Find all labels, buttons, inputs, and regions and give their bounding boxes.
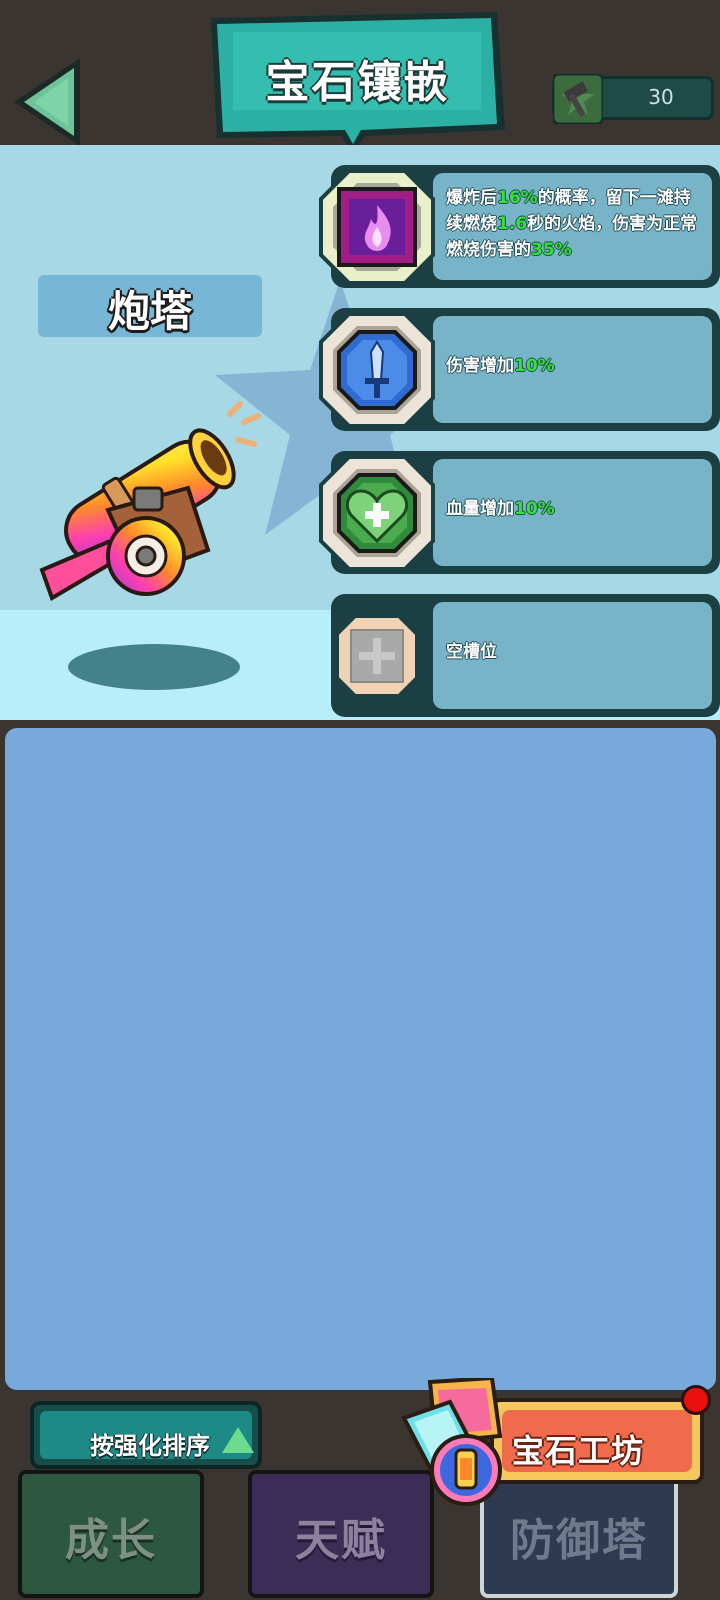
gem-slot-3[interactable]: 血量增加10%	[319, 451, 720, 574]
tower-name: 炮塔	[107, 287, 192, 336]
heart-gem-icon[interactable]	[319, 455, 435, 571]
gem-slot-4[interactable]: 空槽位	[331, 594, 720, 717]
gem-description: 空槽位	[446, 642, 497, 662]
hammer-icon	[553, 74, 603, 124]
tab-label: 成长	[65, 1515, 157, 1566]
triangle-up-icon	[222, 1427, 254, 1453]
gem-description: 血量增加10%	[446, 499, 555, 519]
sort-button-face: 按强化排序	[40, 1411, 254, 1460]
gem-inventory-panel[interactable]	[5, 728, 716, 1390]
sword-gem-icon[interactable]	[319, 312, 435, 428]
sort-button-label: 按强化排序	[90, 1432, 210, 1460]
page-title: 宝石镶嵌	[265, 57, 450, 108]
tab-label: 天赋	[295, 1515, 387, 1566]
empty-slot-icon[interactable]	[319, 598, 435, 714]
gem-slot-1[interactable]: 爆炸后16%的概率，留下一滩持续燃烧1.6秒的火焰，伤害为正常燃烧伤害的35%	[319, 165, 720, 288]
cannon-shadow	[68, 644, 240, 690]
back-arrow-icon[interactable]	[8, 52, 88, 152]
gem-description: 伤害增加10%	[446, 356, 555, 376]
notification-dot	[681, 1385, 711, 1415]
gem-workshop-button[interactable]: 宝石工坊	[401, 1378, 720, 1506]
fire-gem-icon[interactable]	[319, 169, 435, 285]
gem-slot-2[interactable]: 伤害增加10%	[319, 308, 720, 431]
hammer-count: 30	[648, 85, 674, 109]
tab-growth[interactable]: 成长	[18, 1470, 204, 1598]
hammer-counter: 30	[552, 74, 714, 124]
gem-workshop-icon	[401, 1378, 503, 1506]
workshop-label: 宝石工坊	[512, 1432, 645, 1470]
rainbow-cannon-icon	[39, 401, 261, 601]
sort-by-enhance-button[interactable]: 按强化排序	[30, 1401, 262, 1469]
tab-label: 防御塔	[510, 1515, 648, 1566]
gem-description: 爆炸后16%的概率，留下一滩持续燃烧1.6秒的火焰，伤害为正常燃烧伤害的35%	[446, 188, 698, 260]
